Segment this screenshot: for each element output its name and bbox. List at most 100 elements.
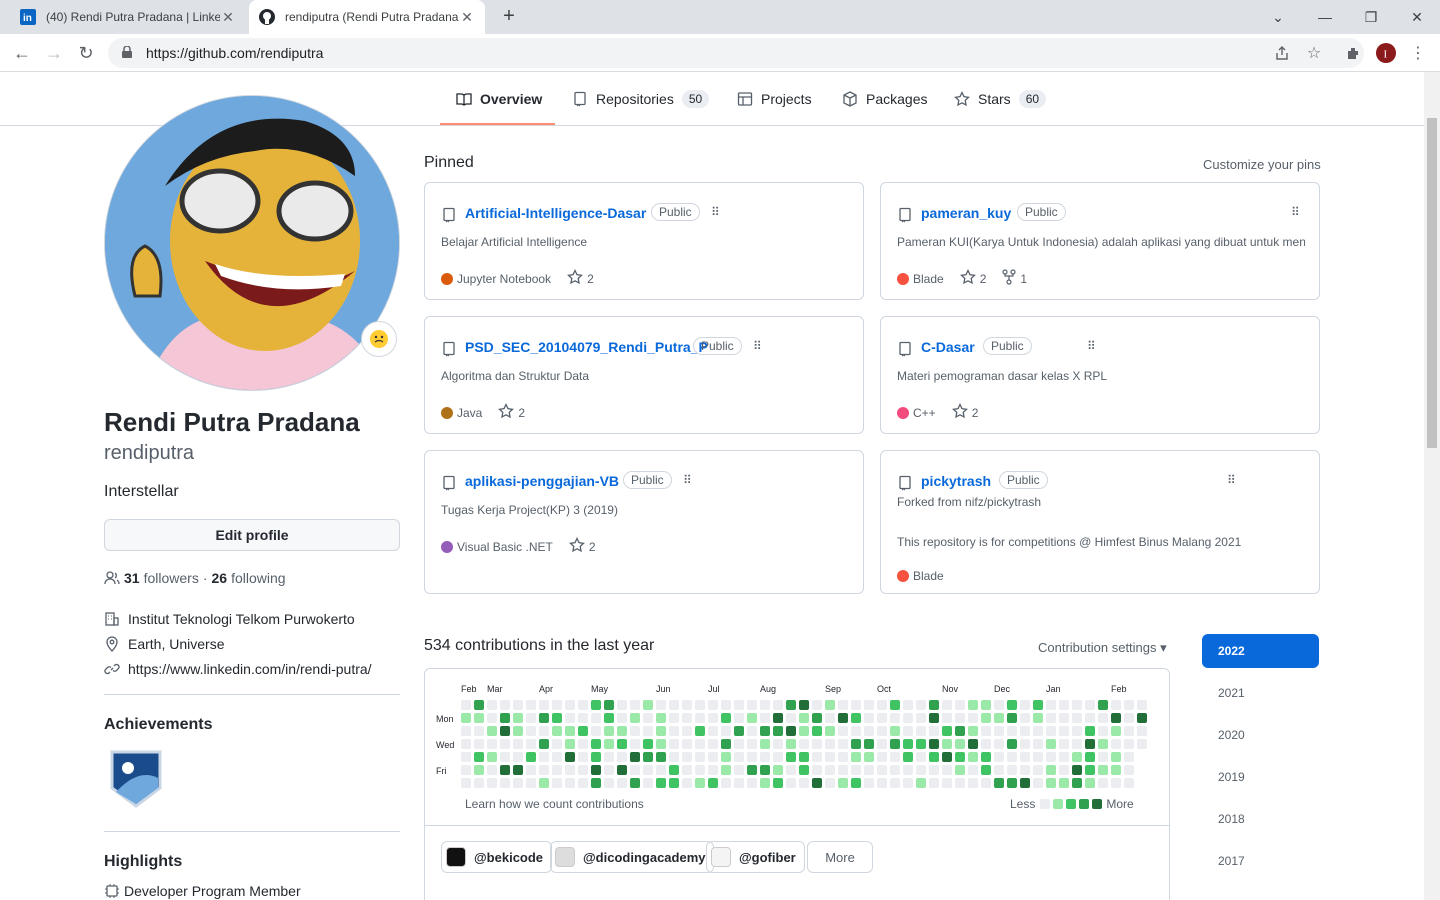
contribution-day[interactable]	[1020, 713, 1030, 723]
drag-handle-icon[interactable]: ⠿	[1087, 339, 1096, 353]
contribution-day[interactable]	[461, 700, 471, 710]
contribution-day[interactable]	[1033, 700, 1043, 710]
drag-handle-icon[interactable]: ⠿	[1227, 473, 1236, 487]
contribution-day[interactable]	[1033, 726, 1043, 736]
contribution-day[interactable]	[851, 726, 861, 736]
contribution-day[interactable]	[903, 713, 913, 723]
contribution-day[interactable]	[617, 739, 627, 749]
contribution-day[interactable]	[1033, 765, 1043, 775]
contribution-day[interactable]	[656, 778, 666, 788]
contribution-day[interactable]	[1046, 752, 1056, 762]
contribution-day[interactable]	[942, 752, 952, 762]
contribution-day[interactable]	[1085, 700, 1095, 710]
contribution-day[interactable]	[539, 765, 549, 775]
contribution-day[interactable]	[682, 700, 692, 710]
contribution-day[interactable]	[565, 778, 575, 788]
contribution-day[interactable]	[656, 713, 666, 723]
contribution-day[interactable]	[942, 739, 952, 749]
contribution-day[interactable]	[929, 700, 939, 710]
contribution-day[interactable]	[916, 778, 926, 788]
drag-handle-icon[interactable]: ⠿	[711, 205, 720, 219]
contribution-day[interactable]	[968, 765, 978, 775]
contribution-day[interactable]	[1072, 726, 1082, 736]
contribution-day[interactable]	[721, 778, 731, 788]
year-2021[interactable]: 2021	[1202, 676, 1319, 710]
contribution-day[interactable]	[1072, 700, 1082, 710]
contribution-day[interactable]	[500, 778, 510, 788]
contribution-day[interactable]	[578, 752, 588, 762]
contribution-day[interactable]	[890, 765, 900, 775]
contribution-day[interactable]	[1098, 752, 1108, 762]
contribution-day[interactable]	[968, 713, 978, 723]
contribution-day[interactable]	[734, 765, 744, 775]
contribution-day[interactable]	[955, 752, 965, 762]
tab-packages[interactable]: Packages	[842, 84, 927, 114]
contribution-day[interactable]	[1020, 739, 1030, 749]
contribution-day[interactable]	[1046, 739, 1056, 749]
contribution-day[interactable]	[552, 713, 562, 723]
contribution-day[interactable]	[903, 700, 913, 710]
contribution-day[interactable]	[695, 778, 705, 788]
contribution-day[interactable]	[1059, 700, 1069, 710]
contribution-day[interactable]	[812, 713, 822, 723]
contribution-day[interactable]	[786, 752, 796, 762]
contribution-day[interactable]	[903, 752, 913, 762]
contribution-day[interactable]	[929, 726, 939, 736]
contribution-day[interactable]	[565, 700, 575, 710]
contribution-day[interactable]	[981, 739, 991, 749]
contribution-day[interactable]	[526, 765, 536, 775]
contribution-day[interactable]	[1124, 713, 1134, 723]
contribution-day[interactable]	[565, 713, 575, 723]
contribution-day[interactable]	[721, 726, 731, 736]
contribution-day[interactable]	[1020, 765, 1030, 775]
contribution-day[interactable]	[591, 726, 601, 736]
contribution-day[interactable]	[591, 713, 601, 723]
contribution-day[interactable]	[786, 713, 796, 723]
contribution-day[interactable]	[1137, 700, 1147, 710]
contribution-day[interactable]	[1033, 739, 1043, 749]
reload-icon[interactable]: ↻	[74, 41, 98, 65]
contribution-day[interactable]	[955, 700, 965, 710]
followers-link[interactable]: 31 followers	[124, 570, 199, 586]
minimize-icon[interactable]: —	[1302, 0, 1348, 34]
contribution-day[interactable]	[1046, 765, 1056, 775]
contribution-day[interactable]	[513, 739, 523, 749]
contribution-day[interactable]	[669, 739, 679, 749]
contribution-day[interactable]	[916, 700, 926, 710]
contribution-day[interactable]	[994, 765, 1004, 775]
contribution-day[interactable]	[877, 765, 887, 775]
contribution-day[interactable]	[500, 726, 510, 736]
contribution-day[interactable]	[708, 778, 718, 788]
contribution-day[interactable]	[1007, 765, 1017, 775]
contribution-day[interactable]	[812, 778, 822, 788]
contribution-day[interactable]	[760, 713, 770, 723]
contribution-day[interactable]	[565, 752, 575, 762]
drag-handle-icon[interactable]: ⠿	[1291, 205, 1300, 219]
contribution-day[interactable]	[578, 726, 588, 736]
contribution-day[interactable]	[526, 700, 536, 710]
contribution-day[interactable]	[955, 765, 965, 775]
contribution-day[interactable]	[565, 739, 575, 749]
contribution-day[interactable]	[487, 739, 497, 749]
repo-stars-link[interactable]: 2	[568, 536, 596, 556]
contribution-day[interactable]	[799, 700, 809, 710]
contribution-day[interactable]	[1007, 739, 1017, 749]
contribution-day[interactable]	[890, 726, 900, 736]
contribution-day[interactable]	[838, 752, 848, 762]
contribution-day[interactable]	[1111, 765, 1121, 775]
year-2017[interactable]: 2017	[1202, 844, 1319, 878]
contribution-day[interactable]	[565, 765, 575, 775]
contribution-day[interactable]	[1059, 713, 1069, 723]
contribution-day[interactable]	[747, 765, 757, 775]
contribution-day[interactable]	[474, 739, 484, 749]
contribution-day[interactable]	[1137, 739, 1147, 749]
contribution-day[interactable]	[513, 726, 523, 736]
contribution-day[interactable]	[1111, 752, 1121, 762]
org-filter-dicodingacademy[interactable]: @dicodingacademy	[550, 841, 715, 873]
year-2019[interactable]: 2019	[1202, 760, 1319, 794]
contribution-day[interactable]	[851, 752, 861, 762]
contribution-day[interactable]	[734, 752, 744, 762]
contribution-day[interactable]	[552, 765, 562, 775]
tab-search-icon[interactable]: ⌄	[1255, 0, 1301, 34]
contribution-day[interactable]	[812, 700, 822, 710]
